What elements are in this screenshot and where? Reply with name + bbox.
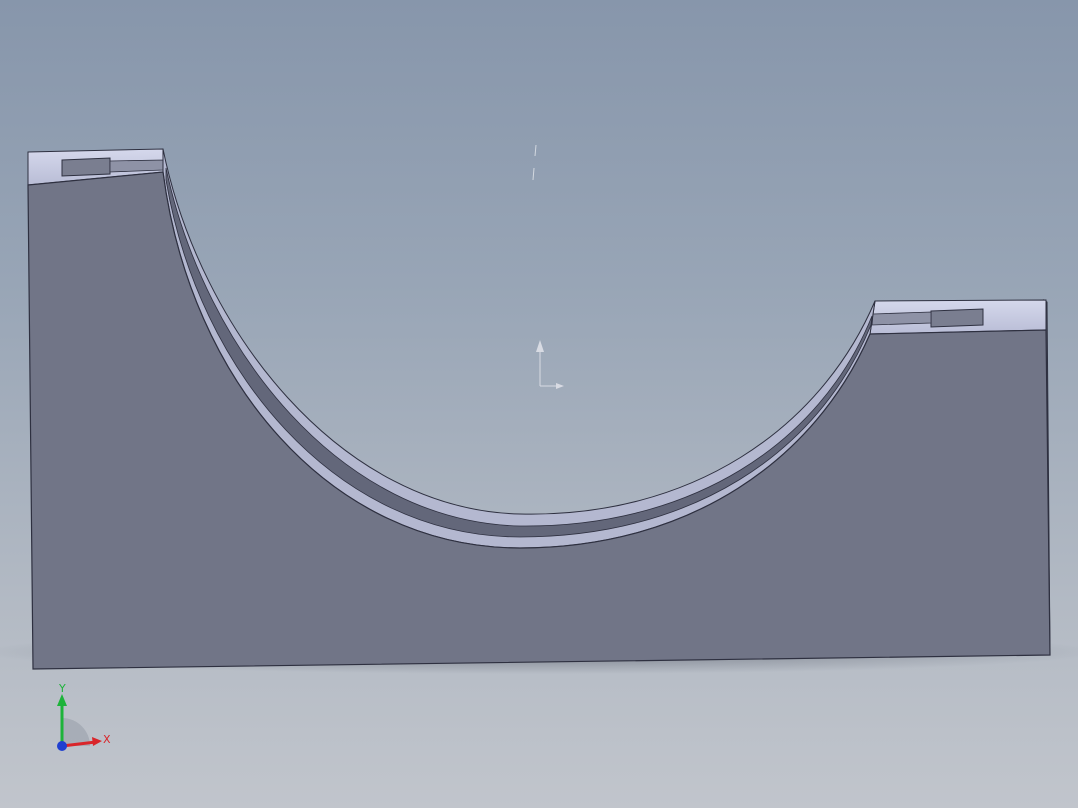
sketch-tick-1 bbox=[534, 144, 537, 157]
triad-y-arrow-icon bbox=[57, 694, 67, 706]
right-slot-groove bbox=[871, 311, 932, 326]
sketch-tick-2 bbox=[532, 167, 535, 181]
left-slot bbox=[61, 157, 111, 177]
model-scene[interactable] bbox=[0, 0, 1078, 808]
triad-z-axis-icon bbox=[57, 741, 67, 751]
view-triad[interactable]: Y X bbox=[40, 680, 130, 760]
origin-arrow-icon bbox=[536, 340, 564, 389]
triad-x-arrow-icon bbox=[92, 737, 102, 746]
right-slot bbox=[930, 308, 984, 328]
left-slot-groove bbox=[109, 159, 164, 173]
triad-y-label: Y bbox=[58, 682, 66, 695]
triad-x-label: X bbox=[103, 733, 111, 746]
graphics-viewport[interactable]: Y X bbox=[0, 0, 1078, 808]
